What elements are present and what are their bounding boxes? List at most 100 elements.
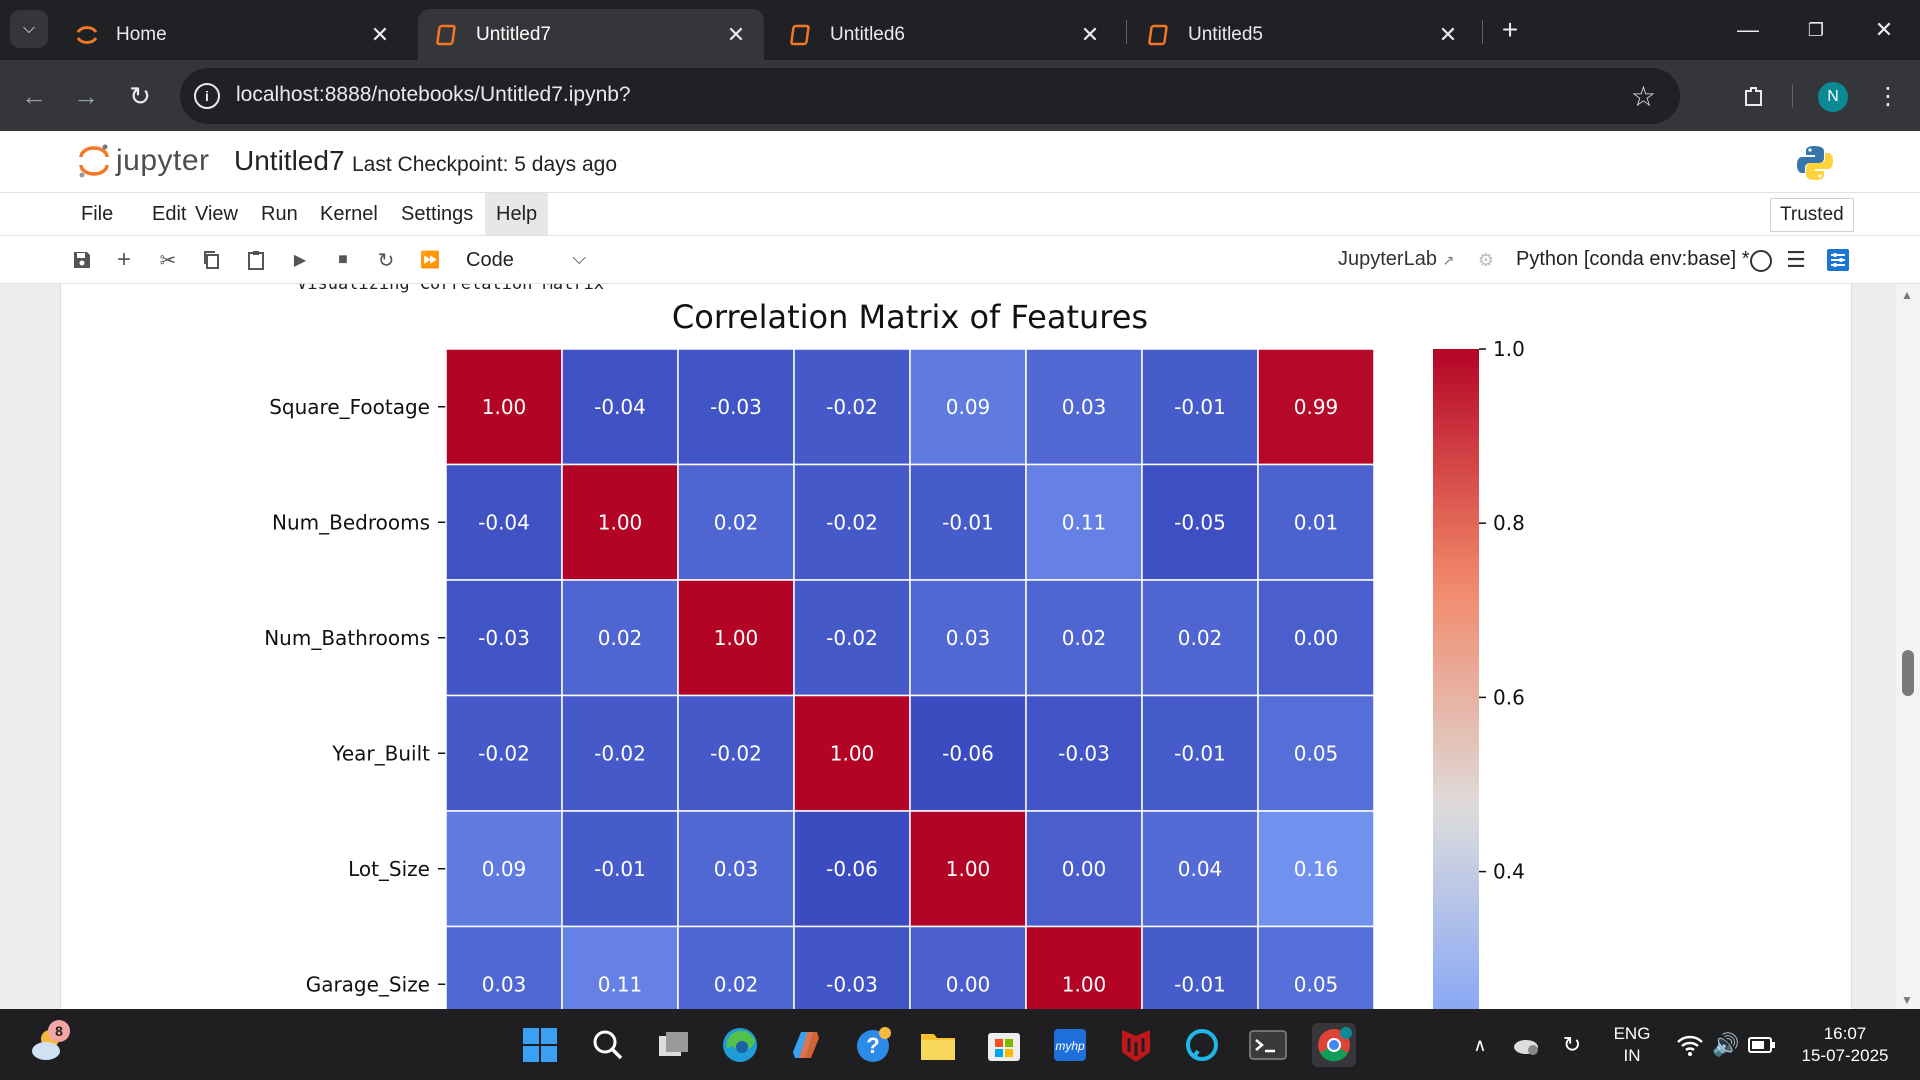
alexa-icon[interactable] bbox=[1180, 1023, 1224, 1067]
scrollbar[interactable]: ▲ ▼ bbox=[1896, 284, 1920, 1009]
cut-icon[interactable]: ✂ bbox=[152, 244, 184, 276]
cell-type-select[interactable]: Code ⌵ bbox=[466, 244, 586, 276]
minimize-icon[interactable]: — bbox=[1728, 10, 1768, 50]
cell-value-label: 0.03 bbox=[714, 857, 759, 881]
search-icon[interactable] bbox=[586, 1023, 630, 1067]
heatmap-cell bbox=[1257, 925, 1375, 1009]
notebook-area: Visualizing Correlation Matrix Correlati… bbox=[0, 284, 1920, 1009]
menu-kernel[interactable]: Kernel bbox=[309, 193, 389, 235]
language-indicator[interactable]: ENG IN bbox=[1604, 1023, 1660, 1067]
store-icon[interactable] bbox=[982, 1023, 1026, 1067]
cell-value-label: 0.09 bbox=[482, 857, 527, 881]
cell-value-label: -0.03 bbox=[826, 972, 878, 996]
cell-value-label: 0.99 bbox=[1294, 395, 1339, 419]
cell-value-label: 1.00 bbox=[714, 626, 759, 650]
heatmap-cell bbox=[445, 925, 563, 1009]
clock[interactable]: 16:07 15-07-2025 bbox=[1790, 1023, 1900, 1067]
cell-value-label: -0.01 bbox=[1174, 395, 1226, 419]
sync-icon[interactable]: ↻ bbox=[1550, 1023, 1594, 1067]
close-icon[interactable]: ✕ bbox=[1436, 22, 1460, 48]
windows-start-icon[interactable] bbox=[518, 1023, 562, 1067]
edge-icon[interactable] bbox=[718, 1023, 762, 1067]
file-explorer-icon[interactable] bbox=[916, 1023, 960, 1067]
close-icon[interactable]: ✕ bbox=[1078, 22, 1102, 48]
cell-value-label: 0.04 bbox=[1178, 857, 1223, 881]
help-icon[interactable]: ? bbox=[852, 1023, 896, 1067]
fast-forward-icon[interactable]: ⏩ bbox=[414, 244, 446, 276]
onedrive-icon[interactable] bbox=[1504, 1023, 1548, 1067]
menu-run[interactable]: Run bbox=[250, 193, 309, 235]
close-icon[interactable]: ✕ bbox=[368, 22, 392, 48]
scroll-up-icon[interactable]: ▲ bbox=[1901, 288, 1913, 302]
jupyter-logo[interactable]: jupyter bbox=[78, 143, 210, 179]
add-cell-icon[interactable]: + bbox=[108, 244, 140, 276]
back-icon[interactable]: ← bbox=[14, 76, 54, 116]
trusted-badge[interactable]: Trusted bbox=[1770, 198, 1854, 232]
menu-view[interactable]: View bbox=[184, 193, 249, 235]
new-tab-button[interactable]: + bbox=[1494, 14, 1526, 46]
omnibox[interactable]: i localhost:8888/notebooks/Untitled7.ipy… bbox=[180, 68, 1680, 124]
tab-untitled6[interactable]: Untitled6 ✕ bbox=[772, 9, 1118, 60]
restart-icon[interactable]: ↻ bbox=[370, 244, 402, 276]
copy-icon[interactable] bbox=[195, 244, 227, 276]
site-info-icon[interactable]: i bbox=[194, 83, 220, 109]
cell-value-label: 0.02 bbox=[714, 972, 759, 996]
tab-separator bbox=[1126, 20, 1127, 44]
tab-untitled5[interactable]: Untitled5 ✕ bbox=[1130, 9, 1476, 60]
cell-value-label: 1.00 bbox=[598, 510, 643, 534]
menu-settings[interactable]: Settings bbox=[390, 193, 484, 235]
notebook-title[interactable]: Untitled7 bbox=[234, 145, 345, 177]
list-icon[interactable]: ☰ bbox=[1780, 244, 1812, 276]
cell-value-label: -0.02 bbox=[710, 741, 762, 765]
menu-file[interactable]: File bbox=[70, 193, 124, 235]
paste-icon[interactable] bbox=[240, 244, 272, 276]
jupyter-logo-icon bbox=[79, 144, 109, 178]
avatar[interactable]: N bbox=[1818, 82, 1848, 112]
cell-value-label: 1.00 bbox=[830, 741, 875, 765]
forward-icon[interactable]: → bbox=[66, 76, 106, 116]
cell-value-label: -0.03 bbox=[1058, 741, 1110, 765]
tab-search-button[interactable]: ⌵ bbox=[10, 10, 48, 48]
correlation-heatmap: Correlation Matrix of Features Square_Foo… bbox=[264, 298, 1525, 1009]
chevron-up-icon[interactable]: ∧ bbox=[1458, 1023, 1502, 1067]
bookmark-star-icon[interactable]: ☆ bbox=[1631, 80, 1656, 113]
run-icon[interactable]: ▶ bbox=[284, 244, 316, 276]
menu-kebab-icon[interactable]: ⋮ bbox=[1868, 76, 1908, 116]
colorbar bbox=[1433, 349, 1479, 1009]
myhp-icon[interactable]: myhp bbox=[1048, 1023, 1092, 1067]
url-text[interactable]: localhost:8888/notebooks/Untitled7.ipynb… bbox=[236, 83, 631, 107]
jupyterlab-link-label: JupyterLab bbox=[1338, 248, 1437, 270]
scrollbar-thumb[interactable] bbox=[1902, 650, 1914, 696]
extensions-icon[interactable] bbox=[1734, 76, 1774, 116]
svg-text:?: ? bbox=[866, 1033, 879, 1058]
scroll-down-icon[interactable]: ▼ bbox=[1901, 993, 1913, 1007]
close-icon[interactable]: ✕ bbox=[724, 22, 748, 48]
tab-untitled7[interactable]: Untitled7 ✕ bbox=[418, 9, 764, 60]
cell-value-label: 0.03 bbox=[1062, 395, 1107, 419]
cell-value-label: -0.06 bbox=[826, 857, 878, 881]
cell-value-label: -0.01 bbox=[594, 857, 646, 881]
debugger-icon[interactable]: ⚙ bbox=[1470, 244, 1502, 276]
cell-value-label: -0.01 bbox=[942, 510, 994, 534]
tab-home[interactable]: Home ✕ bbox=[58, 9, 408, 60]
row-label: Square_Footage bbox=[269, 395, 430, 419]
stop-icon[interactable]: ■ bbox=[327, 244, 359, 276]
clock-date: 15-07-2025 bbox=[1801, 1046, 1889, 1065]
colorbar-tick-label: 0.6 bbox=[1493, 685, 1525, 709]
address-bar: ← → ↻ i localhost:8888/notebooks/Untitle… bbox=[0, 60, 1920, 131]
copilot-icon[interactable] bbox=[784, 1023, 828, 1067]
window-close-icon[interactable]: ✕ bbox=[1864, 10, 1904, 50]
restore-icon[interactable]: ❐ bbox=[1796, 10, 1836, 50]
terminal-icon[interactable] bbox=[1246, 1023, 1290, 1067]
property-inspector-icon[interactable] bbox=[1822, 244, 1854, 276]
battery-icon[interactable] bbox=[1740, 1023, 1784, 1067]
save-icon[interactable] bbox=[66, 244, 98, 276]
reload-icon[interactable]: ↻ bbox=[120, 76, 160, 116]
jupyterlab-link[interactable]: JupyterLab ↗ bbox=[1338, 248, 1454, 271]
menu-help[interactable]: Help bbox=[485, 193, 549, 235]
task-view-icon[interactable] bbox=[652, 1023, 696, 1067]
kernel-name[interactable]: Python [conda env:base] * bbox=[1516, 248, 1750, 271]
cell-value-label: -0.04 bbox=[594, 395, 646, 419]
chrome-icon[interactable] bbox=[1312, 1023, 1356, 1067]
mcafee-icon[interactable] bbox=[1114, 1023, 1158, 1067]
